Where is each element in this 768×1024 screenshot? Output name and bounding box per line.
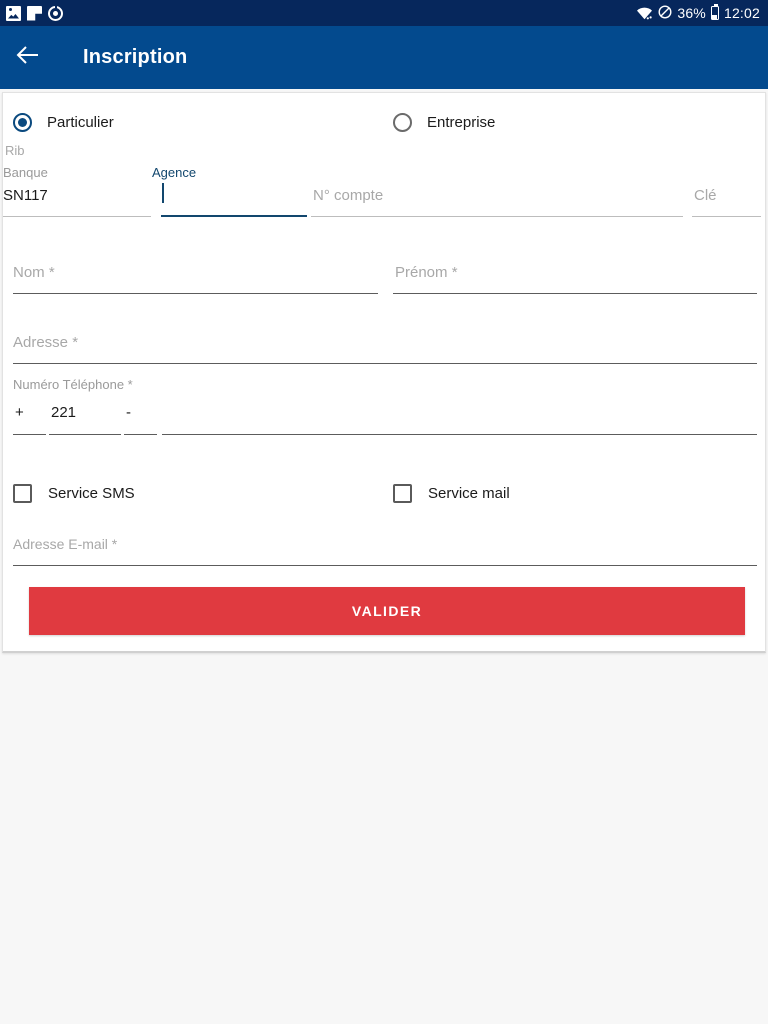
account-type-radio-group: Particulier Entreprise [13,113,757,139]
status-bar-left-icons [6,4,63,21]
checkbox-service-mail-icon[interactable] [393,484,412,503]
checkbox-service-sms-label: Service SMS [48,485,135,502]
clock-label: 12:02 [723,5,760,21]
photo-icon [6,5,21,21]
adresse-placeholder: Adresse * [13,334,79,351]
status-bar: 36% 12:02 [0,0,768,26]
radio-option-particulier[interactable]: Particulier [13,113,114,132]
radio-particulier-icon[interactable] [13,113,32,132]
checkbox-option-service-sms[interactable]: Service SMS [13,484,135,503]
banque-underline [3,216,151,217]
numero-compte-underline [311,216,683,217]
status-bar-right-icons: 36% 12:02 [636,4,760,22]
adresse-underline [13,363,757,364]
telephone-country-code-underline [49,434,121,435]
nom-placeholder: Nom * [13,264,55,281]
telephone-separator-underline [124,434,157,435]
back-arrow-icon [16,45,40,70]
email-placeholder: Adresse E-mail * [13,536,118,552]
page-title: Inscription [83,46,188,68]
banque-label: Banque [3,165,48,180]
battery-percent-label: 36% [677,5,706,21]
radio-option-entreprise[interactable]: Entreprise [393,113,495,132]
prenom-placeholder: Prénom * [395,264,458,281]
service-options-row: Service SMS Service mail [3,484,767,510]
agence-label: Agence [152,165,197,180]
radio-particulier-label: Particulier [47,114,114,131]
target-icon [48,4,63,21]
checkbox-option-service-mail[interactable]: Service mail [393,484,510,503]
nom-underline [13,293,378,294]
wifi-icon [636,6,653,20]
cle-underline [692,216,761,217]
battery-icon [710,4,719,20]
telephone-plus-underline [13,434,46,435]
registration-card: Particulier Entreprise Rib Banque SN117 … [2,92,766,653]
numero-compte-placeholder: N° compte [313,187,384,204]
email-underline [13,565,757,566]
valider-button[interactable]: VALIDER [29,587,745,635]
telephone-number-underline [162,434,757,435]
agence-text-caret [162,183,164,203]
back-button[interactable] [0,26,56,89]
radio-entreprise-label: Entreprise [427,114,496,131]
radio-entreprise-icon[interactable] [393,113,412,132]
rib-field-row: Banque SN117 Agence N° compte Clé [3,165,767,217]
checkbox-service-sms-icon[interactable] [13,484,32,503]
app-bar: Inscription [0,26,768,89]
banque-value: SN117 [3,187,48,204]
rib-section-label: Rib [5,143,25,158]
telephone-country-code-value: 221 [51,404,77,421]
do-not-disturb-icon [658,4,672,22]
flag-icon [27,5,42,21]
agence-underline [161,215,307,217]
telephone-label: Numéro Téléphone * [13,377,133,392]
telephone-plus-value: + [15,404,24,421]
telephone-separator-value: - [126,404,131,421]
checkbox-service-mail-label: Service mail [428,485,510,502]
cle-placeholder: Clé [694,187,717,204]
prenom-underline [393,293,757,294]
